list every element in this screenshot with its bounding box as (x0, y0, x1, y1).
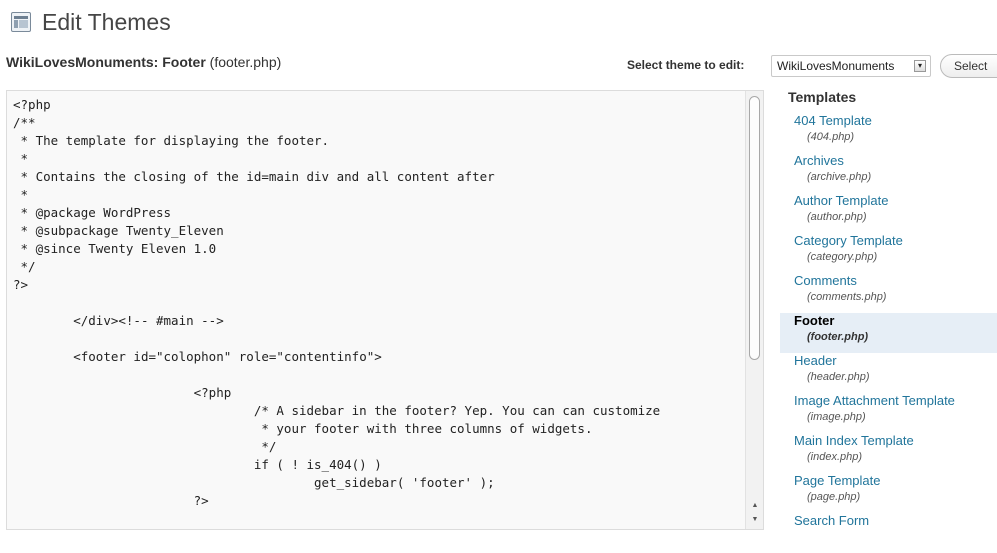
template-item[interactable]: Footer (footer.php) (780, 313, 997, 353)
theme-file-title: WikiLovesMonuments: Footer (6, 54, 206, 70)
theme-select[interactable]: WikiLovesMonuments ▾ (771, 55, 931, 77)
template-file: (404.php) (807, 131, 855, 143)
template-item[interactable]: Category Template (category.php) (780, 233, 997, 273)
page-title: Edit Themes (42, 9, 171, 35)
select-button[interactable]: Select (940, 54, 997, 78)
templates-heading: Templates (788, 89, 857, 105)
theme-select-value: WikiLovesMonuments (777, 59, 895, 73)
template-name[interactable]: Header (794, 353, 997, 369)
template-file: (category.php) (807, 251, 878, 263)
themes-editor-icon (11, 12, 31, 32)
templates-list: 404 Template (404.php) Archives (archive.ph… (780, 113, 997, 553)
template-file: (archive.php) (807, 171, 872, 183)
scroll-thumb[interactable] (749, 96, 760, 360)
template-name[interactable]: Comments (794, 273, 997, 289)
template-name[interactable]: Main Index Template (794, 433, 997, 449)
template-name[interactable]: Image Attachment Template (794, 393, 997, 409)
template-item[interactable]: Page Template (page.php) (780, 473, 997, 513)
template-name[interactable]: Archives (794, 153, 997, 169)
scroll-down-icon[interactable]: ▼ (750, 515, 760, 525)
template-item[interactable]: Search Form (780, 513, 997, 553)
template-item[interactable]: Main Index Template (index.php) (780, 433, 997, 473)
code-editor[interactable]: <?php /** * The template for displaying … (6, 90, 764, 530)
template-file: (header.php) (807, 371, 870, 383)
scroll-up-icon[interactable]: ▲ (750, 501, 760, 511)
file-name: (footer.php) (209, 54, 282, 70)
template-file: (page.php) (807, 491, 861, 503)
template-file: (author.php) (807, 211, 867, 223)
select-theme-label: Select theme to edit: (627, 58, 745, 72)
template-name[interactable]: Category Template (794, 233, 997, 249)
template-name[interactable]: Search Form (794, 513, 997, 529)
chevron-down-icon: ▾ (914, 60, 926, 72)
template-name[interactable]: Footer (794, 313, 997, 329)
template-file: (index.php) (807, 451, 863, 463)
editor-scrollbar[interactable]: ▲ ▼ (745, 91, 763, 529)
template-file: (image.php) (807, 411, 866, 423)
template-name[interactable]: Page Template (794, 473, 997, 489)
template-item[interactable]: 404 Template (404.php) (780, 113, 997, 153)
template-file: (comments.php) (807, 291, 887, 303)
template-name[interactable]: 404 Template (794, 113, 997, 129)
template-name[interactable]: Author Template (794, 193, 997, 209)
template-item[interactable]: Archives (archive.php) (780, 153, 997, 193)
template-file: (footer.php) (807, 331, 869, 343)
template-item[interactable]: Author Template (author.php) (780, 193, 997, 233)
template-item[interactable]: Header (header.php) (780, 353, 997, 393)
template-item[interactable]: Comments (comments.php) (780, 273, 997, 313)
template-item[interactable]: Image Attachment Template (image.php) (780, 393, 997, 433)
file-heading: WikiLovesMonuments: Footer (footer.php) (6, 54, 281, 70)
code-textarea[interactable]: <?php /** * The template for displaying … (13, 96, 660, 510)
